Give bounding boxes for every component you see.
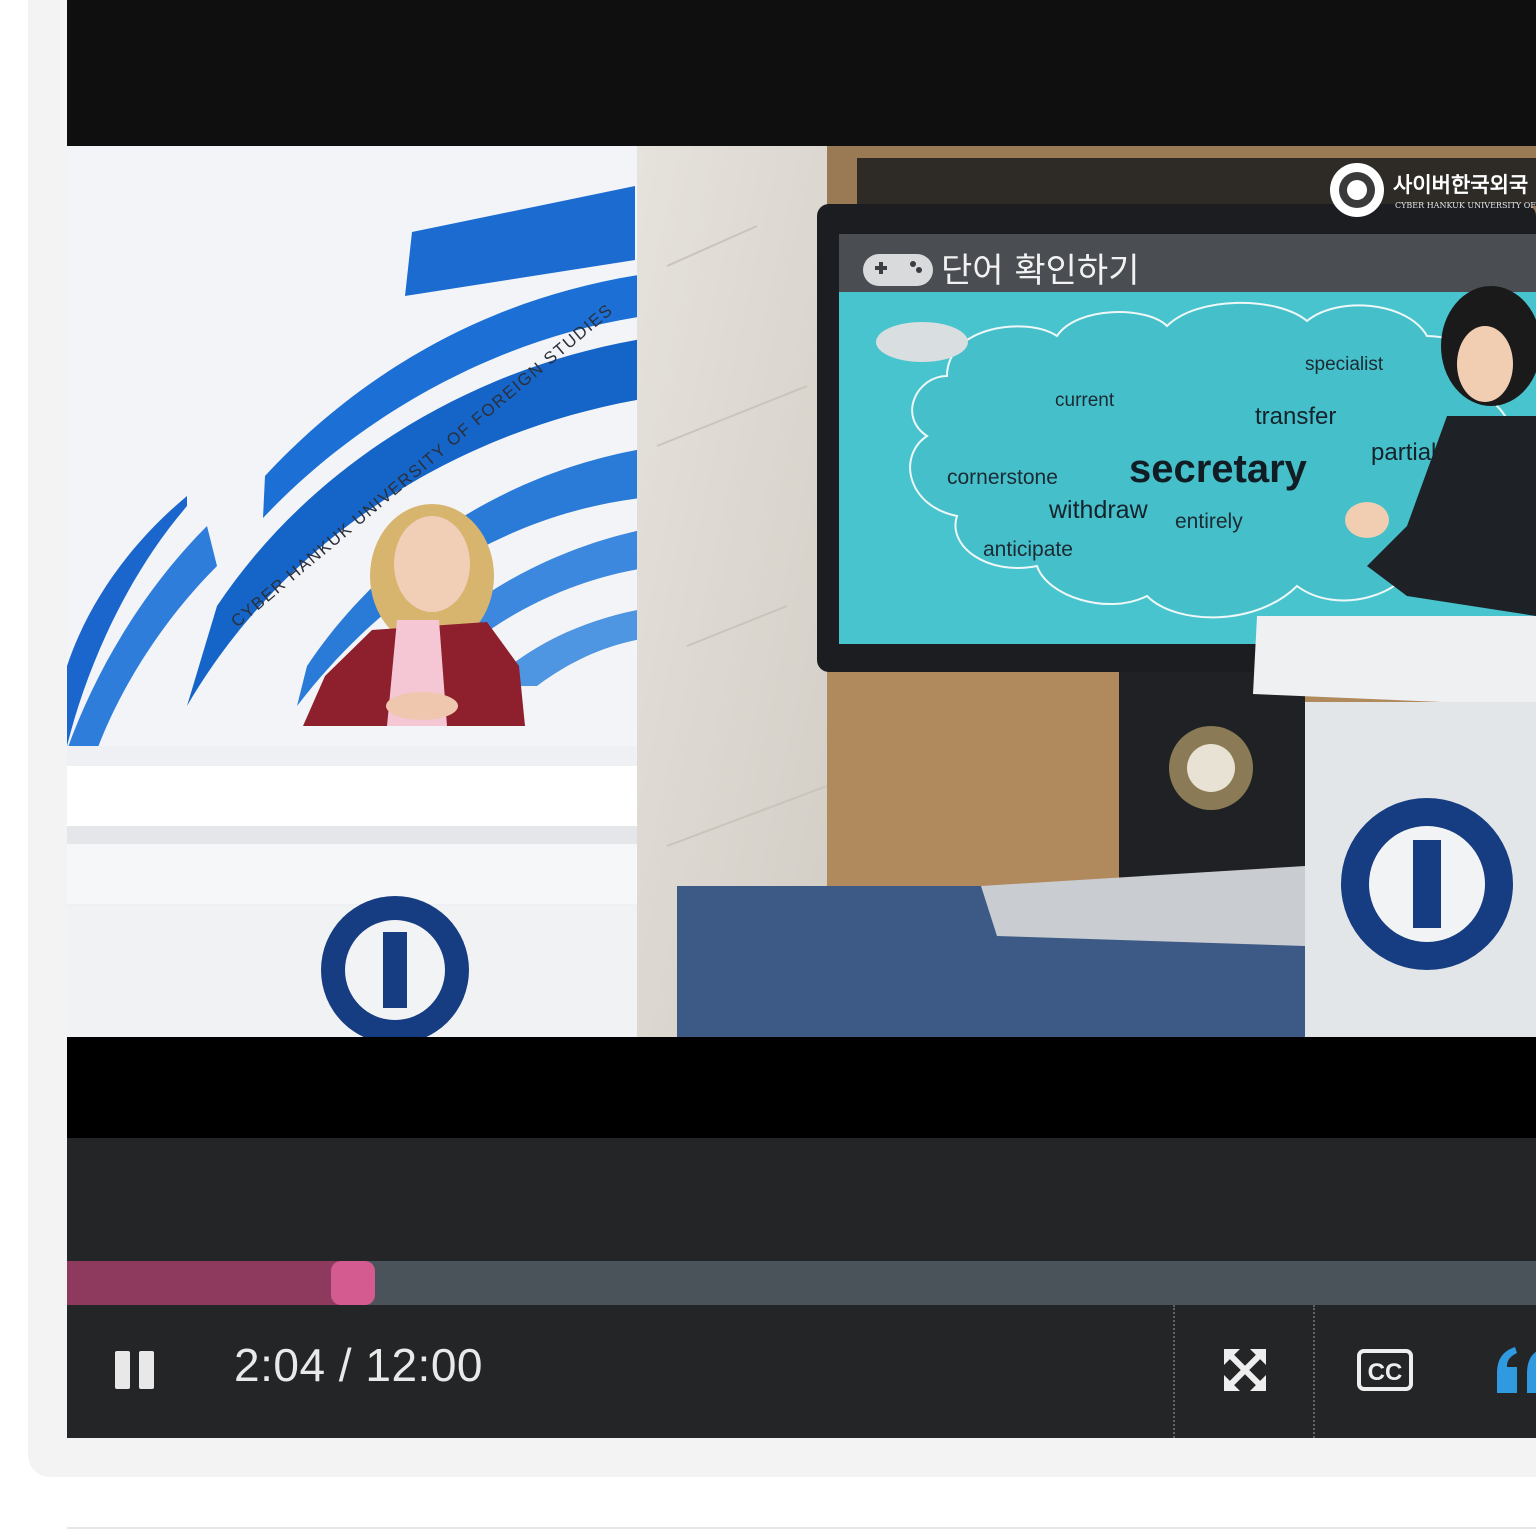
current-time: 2:04 bbox=[234, 1339, 326, 1391]
progress-handle[interactable] bbox=[331, 1261, 375, 1305]
word-current: current bbox=[1055, 390, 1115, 411]
letterbox-top bbox=[67, 0, 1536, 146]
word-transfer: transfer bbox=[1255, 403, 1336, 430]
word-entirely: entirely bbox=[1175, 510, 1243, 533]
word-secretary: secretary bbox=[1129, 447, 1308, 491]
fullscreen-button[interactable] bbox=[1222, 1347, 1268, 1393]
channel-logo-name-ko: 사이버한국외국 bbox=[1393, 173, 1528, 197]
duration: 12:00 bbox=[365, 1339, 483, 1391]
screen-title: 단어 확인하기 bbox=[941, 251, 1140, 291]
word-cornerstone: cornerstone bbox=[947, 466, 1058, 489]
section-divider bbox=[67, 1527, 1536, 1529]
quote-icon bbox=[1497, 1347, 1536, 1393]
controls-divider bbox=[1313, 1305, 1315, 1438]
lectern bbox=[1253, 616, 1536, 706]
fullscreen-icon bbox=[1224, 1349, 1266, 1391]
channel-logo-name-en: CYBER HANKUK UNIVERSITY OF bbox=[1395, 201, 1536, 210]
gamepad-icon bbox=[863, 254, 933, 286]
video-player[interactable]: CYBER HANKUK UNIVERSITY OF FOREIGN STUDI… bbox=[67, 0, 1536, 1438]
transcript-button[interactable] bbox=[1493, 1343, 1536, 1395]
word-withdraw: withdraw bbox=[1048, 496, 1149, 524]
progress-bar[interactable] bbox=[67, 1261, 1536, 1305]
captions-button[interactable]: CC bbox=[1357, 1349, 1413, 1391]
letterbox-bottom bbox=[67, 1037, 1536, 1138]
time-separator: / bbox=[325, 1339, 366, 1391]
progress-played bbox=[67, 1261, 353, 1305]
video-frame[interactable]: CYBER HANKUK UNIVERSITY OF FOREIGN STUDI… bbox=[67, 146, 1536, 1037]
pause-icon bbox=[115, 1351, 130, 1389]
word-specialist: specialist bbox=[1305, 354, 1384, 375]
captions-icon: CC bbox=[1357, 1349, 1413, 1391]
word-partial: partial bbox=[1371, 439, 1436, 466]
pause-button[interactable] bbox=[113, 1349, 155, 1391]
word-anticipate: anticipate bbox=[983, 538, 1073, 561]
video-scene: CYBER HANKUK UNIVERSITY OF FOREIGN STUDI… bbox=[67, 146, 1536, 1037]
time-display: 2:04 / 12:00 bbox=[234, 1338, 483, 1392]
captions-label: CC bbox=[1368, 1359, 1403, 1386]
controls-divider bbox=[1173, 1305, 1175, 1438]
